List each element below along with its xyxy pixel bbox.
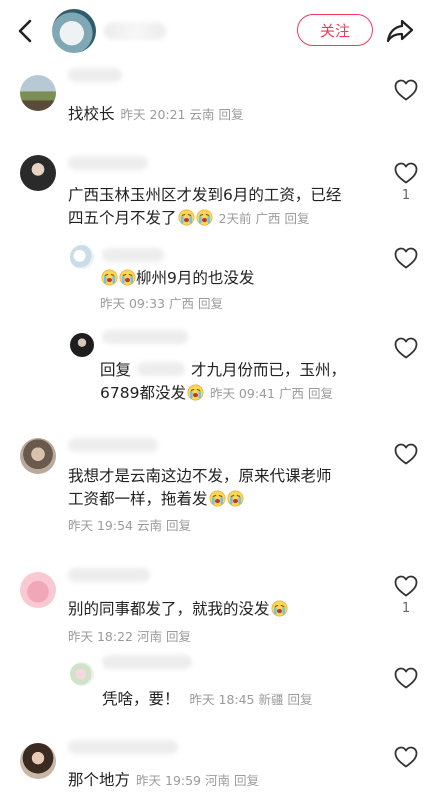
comment-meta: 昨天 20:21 云南 回复: [120, 107, 244, 122]
mention-blurred[interactable]: [137, 362, 186, 376]
like-heart-icon[interactable]: [394, 667, 418, 689]
reply-button[interactable]: 回复: [219, 107, 244, 122]
author-avatar[interactable]: [52, 9, 96, 53]
avatar[interactable]: [70, 245, 94, 269]
comment-text-line2: 工资都一样，拖着发: [68, 490, 208, 508]
username-blurred[interactable]: [102, 330, 188, 344]
comment-text: 那个地方: [68, 771, 131, 789]
avatar[interactable]: [20, 155, 56, 191]
comment-text: 我想才是云南这边不发，原来代课老师: [68, 467, 332, 485]
reply-button[interactable]: 回复: [166, 518, 191, 533]
reply-button[interactable]: 回复: [284, 211, 309, 226]
username-blurred[interactable]: [68, 568, 150, 582]
avatar[interactable]: [70, 333, 94, 357]
reply-meta: 昨天 09:41 广西 回复: [209, 386, 333, 401]
like-count: 1: [401, 601, 411, 616]
reply-button[interactable]: 回复: [288, 692, 313, 707]
share-icon[interactable]: [386, 17, 414, 45]
comment-text-line2: 四五个月不发了: [68, 209, 177, 227]
like-count: 1: [401, 188, 411, 203]
username-blurred[interactable]: [102, 248, 164, 262]
reply-button[interactable]: 回复: [308, 386, 333, 401]
comment-text: 广西玉林玉州区才发到6月的工资，已经: [68, 186, 342, 204]
reply-button[interactable]: 回复: [234, 773, 259, 788]
reply-button[interactable]: 回复: [166, 629, 191, 644]
author-name-blurred[interactable]: [104, 22, 166, 40]
avatar[interactable]: [20, 743, 56, 779]
comment-text: 找校长: [68, 105, 115, 123]
comment-text: 别的同事都发了，就我的没发: [68, 600, 270, 618]
back-arrow-icon[interactable]: [12, 16, 40, 46]
avatar[interactable]: [70, 662, 94, 686]
reply-text: 才九月份而已，玉州，: [191, 361, 347, 379]
crying-emoji-icon: [227, 490, 244, 507]
crying-emoji-icon: [271, 600, 288, 617]
avatar[interactable]: [20, 572, 56, 608]
top-bar: 关注: [0, 0, 435, 62]
username-blurred[interactable]: [68, 68, 122, 82]
like-heart-icon[interactable]: [394, 575, 418, 597]
username-blurred[interactable]: [102, 655, 192, 669]
comment-meta: 昨天 18:22 河南 回复: [68, 629, 191, 644]
like-heart-icon[interactable]: [394, 162, 418, 184]
crying-emoji-icon: [196, 209, 213, 226]
crying-emoji-icon: [178, 209, 195, 226]
username-blurred[interactable]: [68, 740, 178, 754]
avatar[interactable]: [20, 438, 56, 474]
username-blurred[interactable]: [68, 438, 158, 452]
comment-meta: 昨天 19:59 河南 回复: [136, 773, 260, 788]
reply-text-line2: 6789都没发: [100, 384, 186, 402]
like-heart-icon[interactable]: [394, 443, 418, 465]
username-blurred[interactable]: [68, 156, 148, 170]
crying-emoji-icon: [119, 269, 136, 286]
like-heart-icon[interactable]: [394, 337, 418, 359]
crying-emoji-icon: [101, 269, 118, 286]
crying-emoji-icon: [187, 384, 204, 401]
comment-meta: 2天前 广西 回复: [218, 211, 310, 226]
reply-text: 柳州9月的也没发: [136, 269, 255, 287]
like-heart-icon[interactable]: [394, 247, 418, 269]
reply-meta: 昨天 18:45 新疆 回复: [189, 692, 313, 707]
reply-button[interactable]: 回复: [198, 296, 223, 311]
reply-meta: 昨天 09:33 广西 回复: [100, 296, 223, 311]
comment-meta: 昨天 19:54 云南 回复: [68, 518, 191, 533]
avatar[interactable]: [20, 75, 56, 111]
reply-text: 凭啥，要！: [102, 690, 180, 708]
like-heart-icon[interactable]: [394, 79, 418, 101]
follow-button[interactable]: 关注: [297, 14, 373, 46]
like-heart-icon[interactable]: [394, 746, 418, 768]
crying-emoji-icon: [209, 490, 226, 507]
reply-prefix: 回复: [100, 361, 132, 379]
